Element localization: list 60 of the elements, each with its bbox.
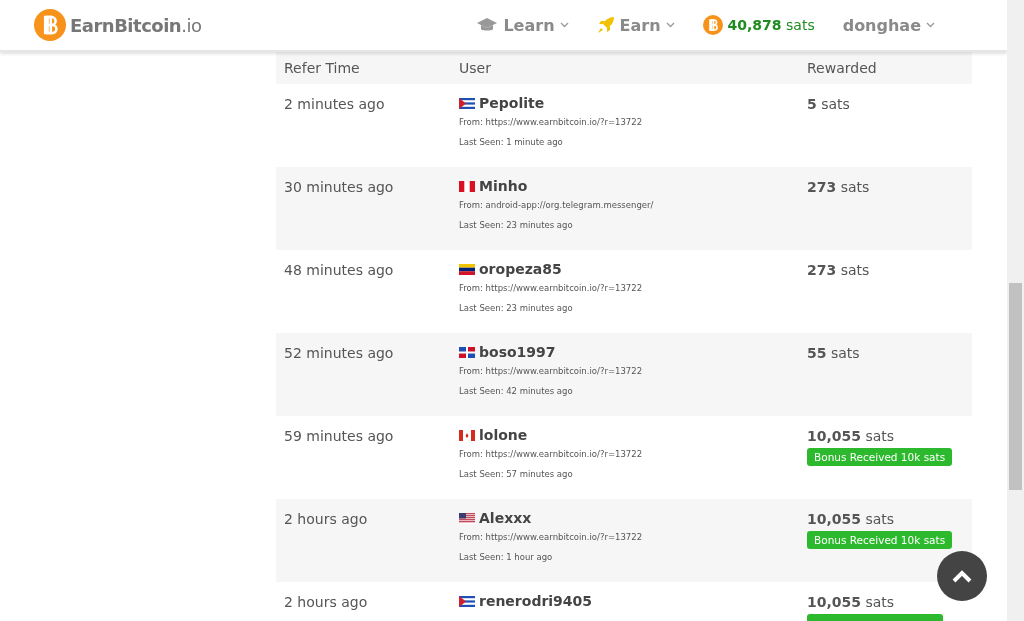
referrer-text: From: https://www.earnbitcoin.io/?r=13722	[459, 117, 644, 127]
last-seen-text: Last Seen: 42 minutes ago	[459, 386, 574, 396]
flag-icon	[459, 97, 475, 109]
refer-time: 52 minutes ago	[284, 344, 395, 361]
scrollbar[interactable]	[1007, 0, 1024, 621]
reward-amount: 10,055 sats	[807, 594, 895, 610]
nav-menu-link[interactable]: Earn	[596, 15, 675, 35]
user-name: Alexxx	[479, 510, 532, 526]
referrer-text: From: https://www.earnbitcoin.io/?r=13722	[459, 532, 644, 542]
flag-icon	[459, 595, 475, 607]
rocket-icon	[596, 16, 615, 34]
referrer-text: From: https://www.earnbitcoin.io/?r=13722	[459, 366, 644, 376]
last-seen-text: Last Seen: 57 minutes ago	[459, 469, 574, 479]
refer-time: 48 minutes ago	[284, 261, 395, 278]
column-header: Rewarded	[807, 60, 878, 76]
chevron-down-icon	[665, 22, 675, 28]
chevron-down-icon	[559, 22, 569, 28]
nav-menu-link[interactable]: Learn	[476, 15, 569, 35]
flag-icon	[459, 512, 475, 524]
bitcoin-coin-icon	[702, 15, 723, 35]
user-menu[interactable]: donghae	[842, 15, 935, 35]
flag-icon	[459, 346, 475, 358]
scrollbar-thumb[interactable]	[1009, 283, 1022, 490]
reward-amount: 10,055 sats	[807, 428, 895, 444]
bitcoin-logo-icon	[34, 9, 66, 41]
last-seen-text: Last Seen: 23 minutes ago	[459, 303, 574, 313]
user-name: boso1997	[479, 344, 556, 360]
user-name: oropeza85	[479, 261, 562, 277]
reward-amount: 5 sats	[807, 96, 850, 112]
flag-icon	[459, 180, 475, 192]
site-logo[interactable]: EarnBitcoin.io	[70, 14, 202, 36]
chevron-up-icon	[952, 569, 972, 583]
graduation-cap-icon	[476, 17, 499, 33]
user-name: Minho	[479, 178, 528, 194]
reward-amount: 10,055 sats	[807, 511, 895, 527]
user-name: renerodri9405	[479, 593, 593, 609]
referrer-text: From: https://www.earnbitcoin.io/?r=13722	[459, 283, 644, 293]
flag-icon	[459, 263, 475, 275]
referrer-text: From: https://www.earnbitcoin.io/?r=13722	[459, 449, 644, 459]
referrer-text: From: android-app://org.telegram.messenger/	[459, 200, 655, 210]
last-seen-text: Last Seen: 23 minutes ago	[459, 220, 574, 230]
reward-amount: 273 sats	[807, 179, 870, 195]
refer-time: 2 hours ago	[284, 593, 369, 610]
reward-amount: 273 sats	[807, 262, 870, 278]
user-name: lolone	[479, 427, 528, 443]
bonus-badge: Bonus Received 10k sats	[807, 531, 953, 549]
refer-time: 2 minutes ago	[284, 95, 386, 112]
reward-amount: 55 sats	[807, 345, 860, 361]
flag-icon	[459, 429, 475, 441]
chevron-down-icon	[926, 22, 935, 28]
last-seen-text: Last Seen: 1 minute ago	[459, 137, 564, 147]
refer-time: 59 minutes ago	[284, 427, 395, 444]
user-name: Pepolite	[479, 95, 545, 111]
last-seen-text: Last Seen: 1 hour ago	[459, 552, 554, 562]
bonus-badge: Bonus Received 10k sats	[807, 448, 953, 466]
column-header: Refer Time	[284, 60, 361, 76]
refer-time: 30 minutes ago	[284, 178, 395, 195]
refer-time: 2 hours ago	[284, 510, 369, 527]
column-header: User	[459, 60, 492, 76]
balance-text: 40,878 sats	[727, 17, 815, 33]
